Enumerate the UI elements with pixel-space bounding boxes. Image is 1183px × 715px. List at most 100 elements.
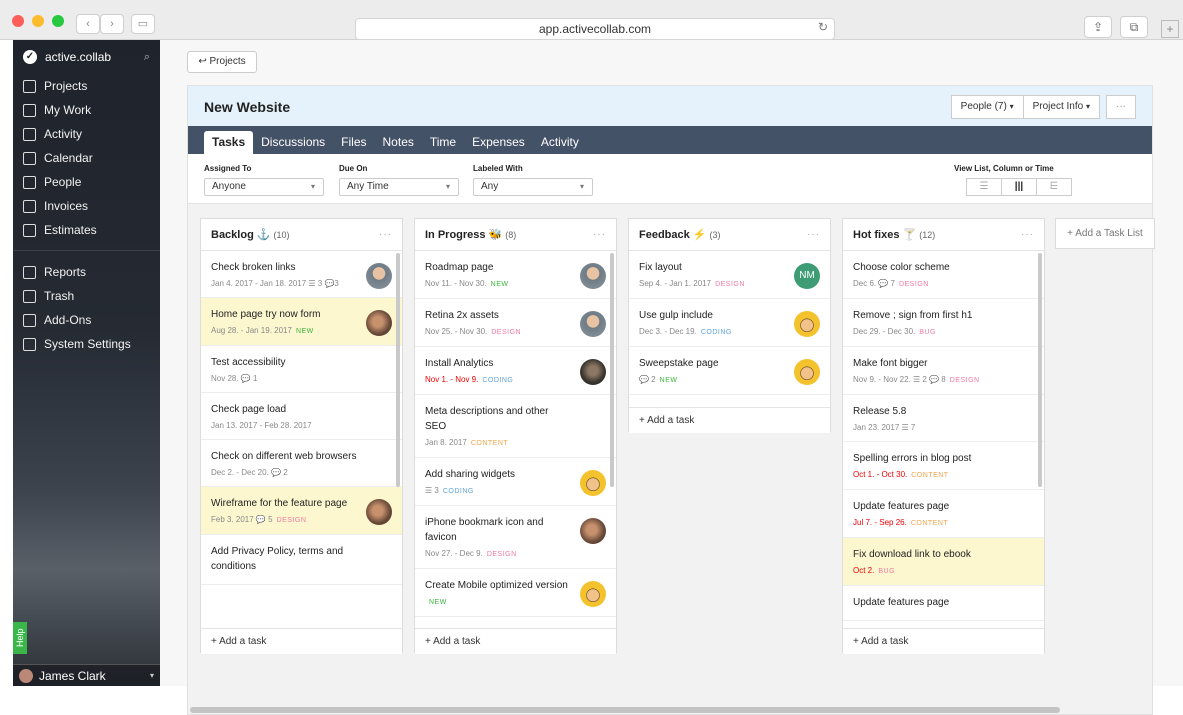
sidebar-item-trash[interactable]: Trash	[13, 284, 160, 308]
task-card[interactable]: Roadmap page Nov 11. - Nov 30. NEW	[415, 251, 616, 299]
user-menu[interactable]: James Clark ▾	[13, 664, 160, 686]
tab-notes[interactable]: Notes	[375, 131, 422, 154]
more-options-icon[interactable]: ···	[807, 229, 820, 240]
task-list-title[interactable]: Hot fixes 🍸	[853, 228, 916, 241]
task-meta: Feb 3. 2017 💬 5 DESIGN	[211, 514, 392, 527]
sidebar-item-estimates[interactable]: Estimates	[13, 218, 160, 242]
new-tab-icon[interactable]: +	[1161, 20, 1179, 38]
add-task-button[interactable]: + Add a task	[629, 407, 830, 433]
avatar[interactable]	[580, 470, 606, 496]
vertical-scrollbar[interactable]	[1038, 253, 1042, 487]
horizontal-scrollbar[interactable]	[190, 707, 1060, 713]
task-card[interactable]: Remove ; sign from first h1 Dec 29. - Dec…	[843, 299, 1044, 347]
sidebar-item-people[interactable]: People	[13, 170, 160, 194]
tab-expenses[interactable]: Expenses	[464, 131, 533, 154]
avatar[interactable]: NM	[794, 263, 820, 289]
address-bar[interactable]: app.activecollab.com	[355, 18, 835, 40]
more-options-icon[interactable]: ···	[593, 229, 606, 240]
sidebar-item-my-work[interactable]: My Work	[13, 98, 160, 122]
task-meta: Nov 27. - Dec 9. DESIGN	[425, 548, 606, 561]
vertical-scrollbar[interactable]	[610, 253, 614, 487]
task-card[interactable]: Add Privacy Policy, terms and conditions	[201, 535, 402, 585]
task-list-title[interactable]: In Progress 🐝	[425, 228, 502, 241]
avatar[interactable]	[794, 311, 820, 337]
task-list-title[interactable]: Backlog ⚓	[211, 228, 271, 241]
sidebar-item-activity[interactable]: Activity	[13, 122, 160, 146]
back-to-projects-button[interactable]: ↩ Projects	[187, 51, 257, 73]
task-card[interactable]: iPhone bookmark icon and favicon Nov 27. …	[415, 506, 616, 569]
labeled-with-select[interactable]: Any ▾	[473, 178, 593, 196]
add-task-list-button[interactable]: + Add a Task List	[1055, 218, 1155, 249]
tab-tasks[interactable]: Tasks	[204, 131, 254, 154]
task-card[interactable]: Spelling errors in blog post Oct 1. - Oct…	[843, 442, 1044, 490]
task-card[interactable]: Choose color scheme Dec 6. 💬 7 DESIGN	[843, 251, 1044, 299]
avatar[interactable]	[366, 310, 392, 336]
reload-icon[interactable]: ↻	[818, 20, 828, 34]
tab-discussions[interactable]: Discussions	[253, 131, 333, 154]
avatar[interactable]	[580, 311, 606, 337]
task-card[interactable]: Create Mobile optimized version NEW	[415, 569, 616, 617]
task-card[interactable]: Fix layout Sep 4. - Jan 1. 2017 DESIGN NM	[629, 251, 830, 299]
task-card[interactable]: Test accessibility Nov 28. 💬 1	[201, 346, 402, 393]
task-card[interactable]: Check broken links Jan 4. 2017 - Jan 18. …	[201, 251, 402, 298]
avatar[interactable]	[366, 263, 392, 289]
avatar[interactable]	[366, 499, 392, 525]
task-card[interactable]: Retina 2x assets Nov 25. - Nov 30. DESIGN	[415, 299, 616, 347]
task-card[interactable]: Check page load Jan 13. 2017 - Feb 28. 20…	[201, 393, 402, 440]
sidebar-item-projects[interactable]: Projects	[13, 74, 160, 98]
avatar[interactable]	[580, 518, 606, 544]
project-info-button[interactable]: Project Info ▾	[1022, 95, 1100, 119]
tabs-icon[interactable]: ⧉	[1120, 16, 1148, 38]
more-options-button[interactable]: ···	[1106, 95, 1136, 119]
sidebar-brand[interactable]: ✓ active.collab ⌕	[13, 40, 160, 74]
task-card[interactable]: Use gulp include Dec 3. - Dec 19. CODING	[629, 299, 830, 347]
task-card[interactable]: Meta descriptions and other SEO Jan 8. 20…	[415, 395, 616, 458]
sidebar-item-system-settings[interactable]: System Settings	[13, 332, 160, 356]
due-on-select[interactable]: Any Time ▾	[339, 178, 459, 196]
task-card[interactable]: Make font bigger Nov 9. - Nov 22. ☰ 2 💬 8…	[843, 347, 1044, 395]
task-card[interactable]: Home page try now form Aug 28. - Jan 19. …	[201, 298, 402, 346]
close-window-button[interactable]	[12, 15, 24, 27]
forward-icon[interactable]: ›	[100, 14, 124, 34]
task-list-title[interactable]: Feedback ⚡	[639, 228, 707, 241]
people-button[interactable]: People (7) ▾	[950, 95, 1024, 119]
add-task-button[interactable]: + Add a task	[201, 628, 402, 654]
avatar[interactable]	[580, 359, 606, 385]
timeline-view-icon[interactable]: ⋿	[1037, 179, 1071, 195]
task-name: iPhone bookmark icon and favicon	[425, 517, 544, 543]
sidebar-item-reports[interactable]: Reports	[13, 260, 160, 284]
sidebar-toggle-icon[interactable]: ▭	[131, 14, 155, 34]
help-button[interactable]: Help	[13, 622, 27, 654]
vertical-scrollbar[interactable]	[396, 253, 400, 487]
sidebar-item-calendar[interactable]: Calendar	[13, 146, 160, 170]
tab-time[interactable]: Time	[422, 131, 464, 154]
avatar[interactable]	[580, 581, 606, 607]
task-card[interactable]: Install Analytics Nov 1. - Nov 9. CODING	[415, 347, 616, 395]
add-task-button[interactable]: + Add a task	[843, 628, 1044, 654]
minimize-window-button[interactable]	[32, 15, 44, 27]
zoom-window-button[interactable]	[52, 15, 64, 27]
avatar[interactable]	[794, 359, 820, 385]
list-view-icon[interactable]: ☰	[967, 179, 1002, 195]
more-options-icon[interactable]: ···	[379, 229, 392, 240]
task-card[interactable]: Wireframe for the feature page Feb 3. 201…	[201, 487, 402, 535]
search-icon[interactable]: ⌕	[144, 51, 150, 64]
tab-activity[interactable]: Activity	[533, 131, 587, 154]
sidebar-item-add-ons[interactable]: Add-Ons	[13, 308, 160, 332]
task-card[interactable]: Release 5.8 Jan 23. 2017 ☰ 7	[843, 395, 1044, 442]
column-view-icon[interactable]: |||	[1002, 179, 1037, 195]
task-card[interactable]: Check on different web browsers Dec 2. - …	[201, 440, 402, 487]
share-icon[interactable]: ⇪	[1084, 16, 1112, 38]
task-card[interactable]: Update features page Jul 7. - Sep 26. CONT…	[843, 490, 1044, 538]
task-card[interactable]: Fix download link to ebook Oct 2. BUG	[843, 538, 1044, 586]
assigned-to-select[interactable]: Anyone ▾	[204, 178, 324, 196]
task-card[interactable]: Add sharing widgets ☰ 3 CODING	[415, 458, 616, 506]
task-card[interactable]: Update features page	[843, 586, 1044, 621]
avatar[interactable]	[580, 263, 606, 289]
sidebar-item-invoices[interactable]: Invoices	[13, 194, 160, 218]
tab-files[interactable]: Files	[333, 131, 374, 154]
task-card[interactable]: Sweepstake page 💬 2 NEW	[629, 347, 830, 395]
add-task-button[interactable]: + Add a task	[415, 628, 616, 654]
back-icon[interactable]: ‹	[76, 14, 100, 34]
more-options-icon[interactable]: ···	[1021, 229, 1034, 240]
